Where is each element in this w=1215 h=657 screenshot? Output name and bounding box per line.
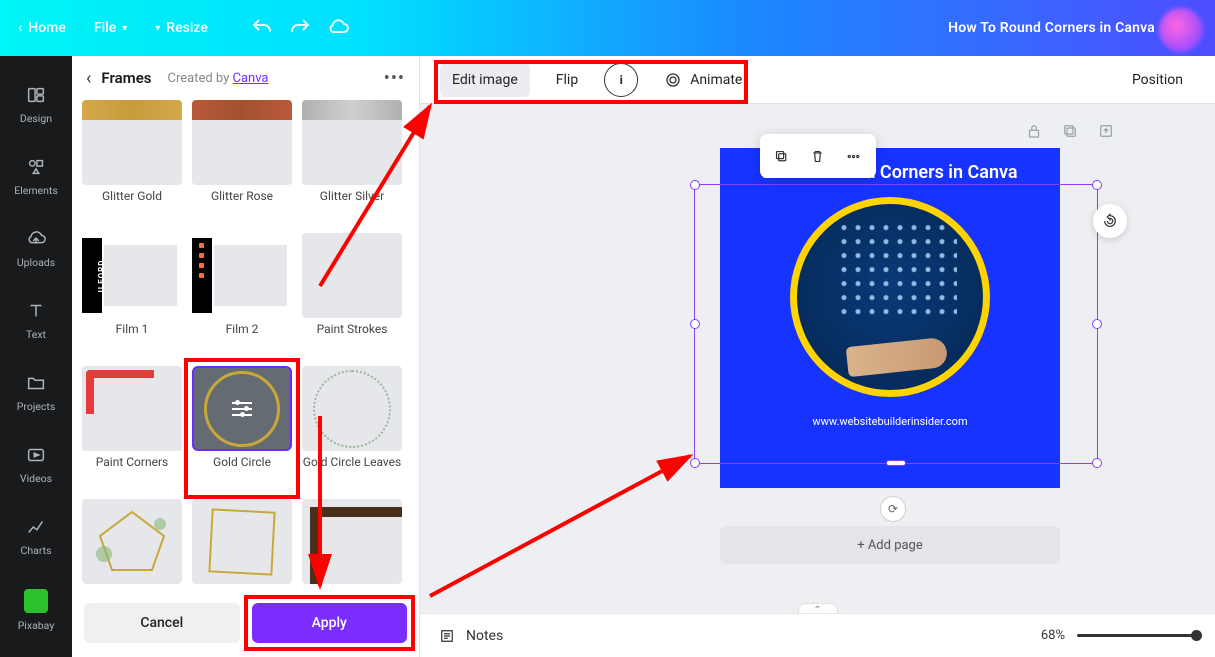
resize-handle[interactable] [690,180,700,190]
rotate-button[interactable] [1093,204,1127,238]
resize-handle[interactable] [690,319,700,329]
panel-title: Frames [101,69,151,87]
sidebar-item-elements[interactable]: Elements [0,140,72,212]
text-icon [25,300,47,322]
info-button[interactable]: i [604,63,638,97]
document-title[interactable]: How To Round Corners in Canva [948,20,1155,36]
chevron-down-icon: ▾ [122,23,127,34]
profile-glow-icon[interactable] [1159,8,1203,52]
lock-icon[interactable] [1025,122,1043,140]
resize-menu[interactable]: ▾ Resize [155,20,208,36]
left-sidebar: Design Elements Uploads Text Projects Vi… [0,56,72,657]
panel-footer: Cancel Apply [72,589,419,657]
pixabay-icon [24,589,48,613]
copy-button[interactable] [766,140,798,172]
sync-indicator[interactable]: ⟳ [880,496,906,522]
export-icon[interactable] [1097,122,1115,140]
sidebar-item-text[interactable]: Text [0,284,72,356]
frame-gold-pentagon[interactable]: Gold Pentagon [82,499,182,589]
frame-film-1[interactable]: ILFORDFilm 1 [82,233,182,336]
animate-icon [664,71,682,89]
author-link[interactable]: Canva [233,71,269,86]
floating-element-toolbar [760,134,876,178]
edit-image-button[interactable]: Edit image [440,63,530,97]
resize-handle[interactable] [1092,180,1102,190]
zoom-control: 68% [1041,628,1197,643]
undo-button[interactable] [250,16,274,40]
frame-glitter-silver[interactable]: Glitter Silver [302,100,402,203]
frame-glitter-gold[interactable]: Glitter Gold [82,100,182,203]
more-button[interactable] [838,140,870,172]
uploads-icon [25,228,47,250]
frames-grid: Glitter Gold Glitter Rose Glitter Silver… [72,100,419,589]
resize-handle[interactable] [1092,319,1102,329]
sidebar-item-videos[interactable]: Videos [0,428,72,500]
position-button[interactable]: Position [1120,63,1195,97]
back-button[interactable]: ‹ [86,68,91,89]
home-label: Home [28,20,66,36]
charts-icon [25,516,47,538]
home-nav[interactable]: ‹ Home [18,20,66,36]
sidebar-item-pixabay[interactable]: Pixabay [0,574,72,646]
add-page-button[interactable]: + Add page [720,526,1060,564]
resize-handle[interactable] [690,458,700,468]
main-container: Design Elements Uploads Text Projects Vi… [0,56,1215,657]
panel-header: ‹ Frames Created by Canva ••• [72,56,419,100]
frame-gold-circle[interactable]: Gold Circle [192,366,292,469]
chevron-left-icon: ‹ [18,20,22,36]
sidebar-item-design[interactable]: Design [0,68,72,140]
canvas-top-right-tools [1025,122,1115,140]
cancel-button[interactable]: Cancel [84,603,240,643]
duplicate-icon[interactable] [1061,122,1079,140]
top-navigation-bar: ‹ Home File ▾ ▾ Resize How To Round Corn… [0,0,1215,56]
adjust-icon [232,399,252,419]
resize-handle[interactable] [1092,458,1102,468]
editor-toolbar: Edit image Flip i Animate Position [420,56,1215,104]
bottom-status-bar: Notes 68% [420,613,1215,657]
redo-button[interactable] [288,16,312,40]
frame-film-2[interactable]: Film 2 [192,233,292,336]
cloud-save-icon[interactable] [326,16,350,40]
notes-icon [438,627,456,645]
animate-button[interactable]: Animate [652,63,754,97]
frame-paint-strokes[interactable]: Paint Strokes [302,233,402,336]
hand-image [846,337,949,377]
chevron-down-icon: ▾ [155,23,160,34]
zoom-slider-thumb[interactable] [1191,630,1202,641]
canvas-area: Edit image Flip i Animate Position How t… [420,56,1215,657]
flip-button[interactable]: Flip [544,63,590,97]
videos-icon [25,444,47,466]
file-menu[interactable]: File ▾ [94,20,127,36]
more-options-button[interactable]: ••• [384,68,405,89]
frame-gold-circle-leaves[interactable]: Gold Circle Leaves [302,366,402,469]
notes-button[interactable]: Notes [466,628,503,644]
panel-meta: Created by Canva [167,71,268,86]
globe-image [837,222,957,322]
design-icon [25,84,47,106]
annotation-arrow [420,446,710,606]
sidebar-item-projects[interactable]: Projects [0,356,72,428]
frame-gold-square[interactable]: Gold Square [192,499,292,589]
frame-dark-wood[interactable]: Dark Wood [302,499,402,589]
frame-paint-corners[interactable]: Paint Corners [82,366,182,469]
delete-button[interactable] [802,140,834,172]
sidebar-item-uploads[interactable]: Uploads [0,212,72,284]
zoom-percentage[interactable]: 68% [1041,628,1065,643]
elements-icon [25,156,47,178]
design-circle-frame [790,197,990,397]
apply-button[interactable]: Apply [252,603,408,643]
projects-icon [25,372,47,394]
design-link-text: www.websitebuilderinsider.com [720,415,1060,428]
file-label: File [94,20,116,36]
design-canvas[interactable]: How to Round Corners in Canva www.websit… [720,148,1060,488]
zoom-slider[interactable] [1077,634,1197,637]
resize-label: Resize [166,20,208,36]
sidebar-item-charts[interactable]: Charts [0,500,72,572]
frames-panel: ‹ Frames Created by Canva ••• Glitter Go… [72,56,420,657]
frame-glitter-rose[interactable]: Glitter Rose [192,100,292,203]
